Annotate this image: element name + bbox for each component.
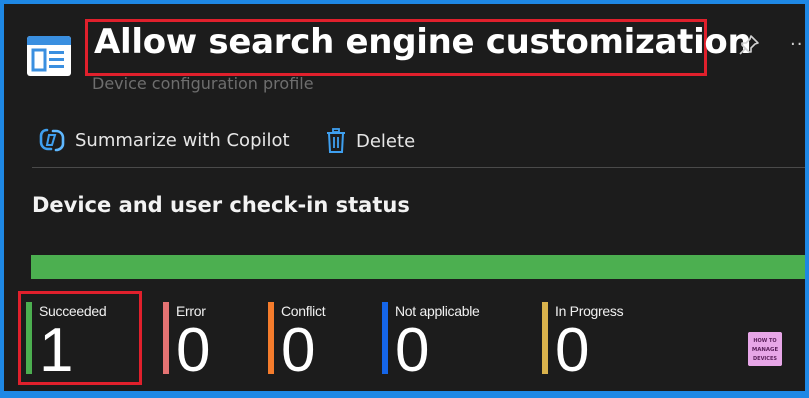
- stat-value: 0: [176, 316, 211, 385]
- more-options-icon[interactable]: ···: [790, 34, 805, 55]
- toolbar-divider: [32, 167, 805, 168]
- summarize-copilot-button[interactable]: Summarize with Copilot: [39, 128, 290, 152]
- svg-text:DEVICES: DEVICES: [753, 356, 777, 362]
- trash-icon: [327, 128, 345, 153]
- stat-value: 0: [395, 316, 430, 385]
- status-color-bar: [163, 302, 169, 374]
- status-color-bar: [382, 302, 388, 374]
- profile-panel: Allow search engine customization Device…: [4, 4, 805, 391]
- pin-icon[interactable]: [738, 34, 760, 56]
- delete-label: Delete: [356, 130, 416, 152]
- succeeded-highlight-box: [18, 291, 142, 385]
- summarize-copilot-label: Summarize with Copilot: [75, 129, 290, 151]
- checkin-status-heading: Device and user check-in status: [32, 193, 410, 217]
- device-config-profile-icon: [27, 36, 71, 76]
- delete-button[interactable]: Delete: [326, 128, 415, 154]
- svg-text:MANAGE: MANAGE: [752, 347, 779, 353]
- stat-value: 0: [555, 316, 590, 385]
- how-to-manage-devices-logo: HOW TO MANAGE DEVICES: [748, 332, 782, 366]
- copilot-icon: [39, 128, 65, 152]
- progress-fill-succeeded: [31, 255, 805, 279]
- page-subtitle: Device configuration profile: [92, 74, 314, 93]
- page-title: Allow search engine customization: [94, 22, 752, 62]
- status-color-bar: [542, 302, 548, 374]
- checkin-progress-bar: [31, 255, 805, 279]
- stat-value: 0: [281, 316, 316, 385]
- status-color-bar: [268, 302, 274, 374]
- svg-text:HOW TO: HOW TO: [753, 338, 776, 344]
